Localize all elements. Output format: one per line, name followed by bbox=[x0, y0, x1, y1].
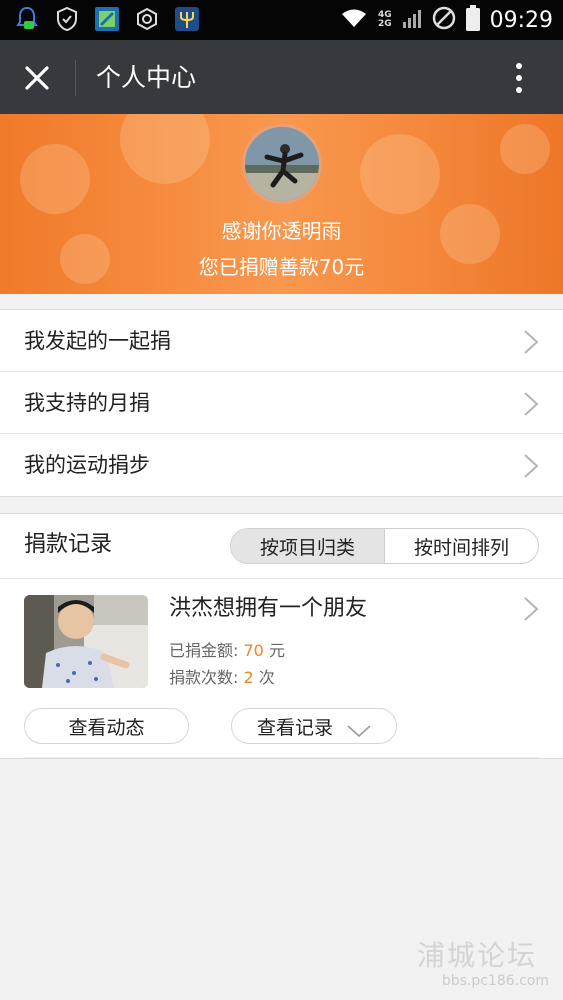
watermark-name: 浦城论坛 bbox=[416, 939, 537, 972]
amount-value: 70 bbox=[243, 641, 264, 660]
clock: 09:29 bbox=[489, 7, 553, 33]
network-label-bottom: 2G bbox=[377, 19, 392, 29]
watermark-url: bbs.pc186.com bbox=[441, 973, 549, 989]
avatar[interactable] bbox=[242, 124, 322, 204]
network-type: 4G 2G bbox=[378, 11, 392, 29]
count-unit: 次 bbox=[258, 668, 275, 687]
bokeh-decoration bbox=[500, 124, 550, 174]
view-updates-button[interactable]: 查看动态 bbox=[24, 708, 189, 744]
project-thumbnail[interactable] bbox=[24, 595, 148, 688]
chevron-down-icon bbox=[347, 720, 371, 738]
app-icon bbox=[94, 6, 120, 32]
close-icon[interactable] bbox=[20, 61, 54, 95]
chevron-right-icon bbox=[523, 453, 539, 479]
more-vertical-icon[interactable] bbox=[508, 60, 530, 96]
amount-unit: 元 bbox=[268, 641, 285, 660]
divider bbox=[0, 578, 563, 579]
title-bar: 个人中心 bbox=[0, 40, 563, 114]
menu-item-initiated-donations[interactable]: 我发起的一起捐 bbox=[0, 310, 563, 372]
chevron-right-icon bbox=[523, 329, 539, 355]
thanks-text: 感谢你透明雨 bbox=[221, 219, 342, 243]
tab-by-project[interactable]: 按项目归类 bbox=[231, 529, 384, 563]
records-sort-toggle: 按项目归类 按时间排列 bbox=[230, 528, 539, 564]
do-not-disturb-icon bbox=[432, 6, 456, 34]
bokeh-decoration bbox=[360, 134, 440, 214]
bokeh-decoration bbox=[120, 114, 210, 184]
profile-banner: 感谢你透明雨 您已捐赠善款70元 bbox=[0, 114, 563, 294]
view-records-label: 查看记录 bbox=[256, 716, 333, 739]
trident-icon bbox=[174, 6, 200, 32]
view-records-button[interactable]: 查看记录 bbox=[231, 708, 397, 744]
donated-amount-text: 您已捐赠善款70元 bbox=[198, 255, 365, 279]
donation-count-row: 捐款次数: 2 次 bbox=[169, 666, 275, 690]
battery-icon bbox=[465, 5, 480, 35]
count-value: 2 bbox=[243, 668, 254, 687]
menu-item-monthly-donations[interactable]: 我支持的月捐 bbox=[0, 372, 563, 434]
count-label: 捐款次数: bbox=[169, 668, 239, 687]
menu-list: 我发起的一起捐 我支持的月捐 我的运动捐步 bbox=[0, 309, 563, 497]
amount-label: 已捐金额: bbox=[169, 641, 239, 660]
records-title: 捐款记录 bbox=[24, 532, 113, 557]
project-title[interactable]: 洪杰想拥有一个朋友 bbox=[169, 592, 367, 626]
status-bar: 4G 2G 09:29 bbox=[0, 0, 563, 40]
menu-item-label: 我发起的一起捐 bbox=[24, 329, 171, 353]
donated-amount-row: 已捐金额: 70 元 bbox=[169, 639, 285, 663]
menu-item-step-donations[interactable]: 我的运动捐步 bbox=[0, 434, 563, 496]
bokeh-decoration bbox=[20, 144, 90, 214]
tab-by-time[interactable]: 按时间排列 bbox=[385, 529, 538, 563]
page-title: 个人中心 bbox=[96, 63, 197, 92]
title-divider bbox=[75, 60, 76, 96]
notification-icon bbox=[14, 6, 40, 32]
shield-icon bbox=[54, 6, 80, 32]
signal-icon bbox=[402, 7, 422, 33]
donation-records: 捐款记录 按项目归类 按时间排列 洪杰想拥有一个朋友 已捐金额: 70 元 捐款… bbox=[0, 513, 563, 759]
menu-item-label: 我支持的月捐 bbox=[24, 391, 150, 415]
divider bbox=[24, 757, 539, 758]
menu-item-label: 我的运动捐步 bbox=[24, 453, 150, 477]
chevron-right-icon[interactable] bbox=[523, 596, 539, 622]
settings-icon bbox=[134, 6, 160, 32]
chevron-right-icon bbox=[523, 391, 539, 417]
wifi-icon bbox=[340, 7, 368, 33]
view-updates-label: 查看动态 bbox=[68, 716, 145, 739]
